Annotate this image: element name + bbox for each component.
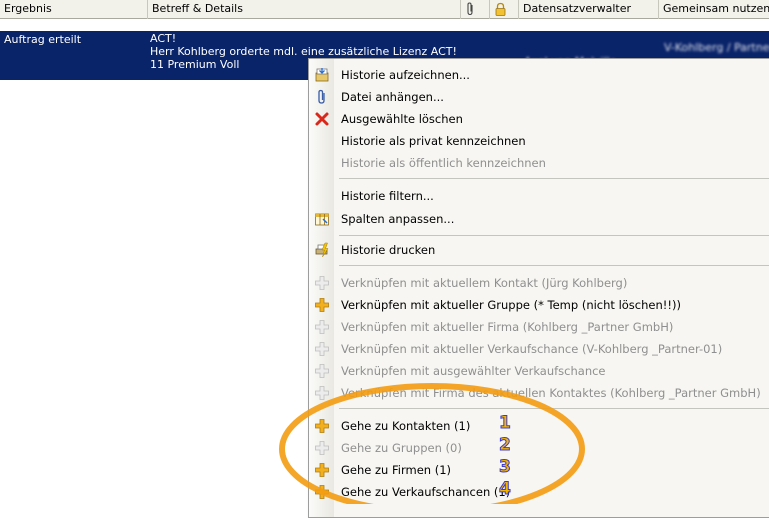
annotation-number-2: 2 [499,435,512,455]
annotation-number-1: 1 [499,413,512,433]
annotation-highlight-ellipse [279,383,585,504]
annotation-number-3: 3 [499,457,512,477]
annotation-number-4: 4 [499,479,512,499]
